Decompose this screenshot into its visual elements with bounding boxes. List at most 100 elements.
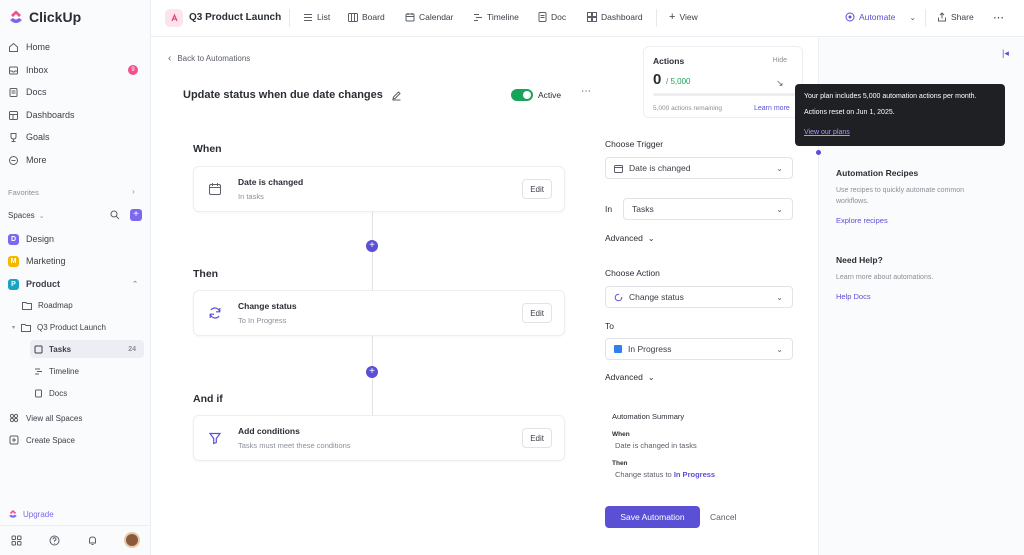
sidebar-item-home[interactable]: Home [8,38,144,56]
condition-card[interactable]: Add conditions Tasks must meet these con… [193,415,565,461]
tab-calendar[interactable]: Calendar [405,12,454,22]
sidebar-item-goals[interactable]: Goals [8,128,144,146]
folder-label: Roadmap [38,300,73,310]
collapse-panel-icon[interactable]: |◂ [1002,48,1009,59]
location-select[interactable]: Tasks ⌄ [623,198,793,220]
sidebar-footer [0,525,151,555]
tab-timeline[interactable]: Timeline [473,12,519,22]
add-step-button[interactable]: + [366,240,378,252]
tab-board[interactable]: Board [348,12,385,22]
and-if-heading: And if [193,393,223,405]
list-item-docs[interactable]: Docs [34,384,67,402]
chevron-down-icon: ⌄ [776,164,783,173]
back-label: Back to Automations [177,54,251,63]
favorites-section-label[interactable]: Favorites [8,188,39,197]
sidebar-item-dashboards[interactable]: Dashboards [8,106,144,124]
view-plans-link[interactable]: View our plans [804,129,850,136]
spaces-section-toggle[interactable]: Spaces ⌄ [8,211,45,220]
edit-condition-button[interactable]: Edit [522,428,552,448]
project-title: Q3 Product Launch [189,12,282,23]
help-docs-link[interactable]: Help Docs [836,292,871,301]
list-label: Docs [49,388,68,398]
list-item-timeline[interactable]: Timeline [34,362,79,380]
save-automation-button[interactable]: Save Automation [605,506,700,528]
apps-grid-icon[interactable] [11,535,22,546]
space-avatar: D [8,233,19,245]
trend-arrow-icon: ↘ [776,78,784,88]
more-options-icon[interactable]: ⋯ [993,11,1004,24]
help-description: Learn more about automations. [836,274,934,281]
actions-limit: / 5,000 [666,77,691,86]
tab-list[interactable]: List [303,12,330,22]
back-to-automations-link[interactable]: ‹ Back to Automations [168,53,250,64]
calendar-icon [207,181,223,197]
advanced-toggle[interactable]: Advanced ⌄ [605,372,655,382]
automate-button[interactable]: Automate ⌄ [845,12,916,22]
doc-icon [34,389,43,398]
action-select[interactable]: Change status ⌄ [605,286,793,308]
edit-action-button[interactable]: Edit [522,303,552,323]
tab-label: Calendar [419,12,454,22]
chevron-right-icon[interactable]: › [132,187,135,196]
chevron-down-icon: ⌄ [647,372,655,382]
calendar-icon [405,12,415,22]
folder-item-roadmap[interactable]: Roadmap [22,296,73,314]
sidebar-item-inbox[interactable]: Inbox 9 [8,61,144,79]
view-all-spaces-link[interactable]: View all Spaces [8,409,144,427]
trigger-subtitle: In tasks [238,192,264,201]
calendar-icon [614,164,623,173]
automation-title[interactable]: Update status when due date changes [183,89,402,101]
plus-square-icon [8,435,19,446]
bell-icon[interactable] [87,535,98,546]
folder-item-q3-launch[interactable]: ▾ Q3 Product Launch [12,318,106,336]
chevron-up-icon[interactable]: ⌃ [132,280,138,288]
sidebar: ClickUp Home Inbox 9 Docs Dashboards Goa… [0,0,151,555]
space-item-marketing[interactable]: M Marketing [8,252,144,270]
actions-used-count: 0 [653,71,662,88]
pencil-icon[interactable] [391,90,402,101]
timeline-icon [34,367,43,376]
sidebar-item-more[interactable]: More [8,151,144,169]
search-icon[interactable] [110,210,120,220]
sidebar-item-docs[interactable]: Docs [8,83,144,101]
summary-then-value: Change status to In Progress [615,470,715,479]
status-select[interactable]: In Progress ⌄ [605,338,793,360]
help-icon[interactable] [49,535,60,546]
project-icon [165,9,183,27]
chevron-down-icon: ⌄ [38,212,45,220]
add-space-button[interactable]: + [130,209,142,221]
tab-dashboard[interactable]: Dashboard [587,12,643,22]
create-space-link[interactable]: Create Space [8,431,144,449]
share-button[interactable]: Share [937,12,974,22]
more-options-icon[interactable]: ⋯ [576,86,596,102]
space-item-product[interactable]: P Product ⌃ [8,275,144,293]
explore-recipes-link[interactable]: Explore recipes [836,216,888,225]
action-card[interactable]: Change status To In Progress Edit [193,290,565,336]
list-item-tasks[interactable]: Tasks 24 [30,340,144,358]
tab-label: List [317,12,331,22]
app-logo[interactable]: ClickUp [8,9,81,25]
trigger-card[interactable]: Date is changed In tasks Edit [193,166,565,212]
task-count: 24 [128,345,136,353]
add-step-button[interactable]: + [366,366,378,378]
list-icon [34,345,43,354]
recipes-description: Use recipes to quickly automate common w… [836,187,964,205]
trigger-select[interactable]: Date is changed ⌄ [605,157,793,179]
learn-more-link[interactable]: Learn more [754,105,790,112]
add-view-button[interactable]: + View [669,11,698,22]
summary-then-heading: Then [612,460,628,467]
folder-icon [21,323,32,332]
automate-label: Automate [859,12,896,22]
cancel-button[interactable]: Cancel [710,512,736,522]
avatar[interactable] [124,532,140,548]
edit-trigger-button[interactable]: Edit [522,179,552,199]
upgrade-link[interactable]: Upgrade [8,509,54,519]
hide-button[interactable]: Hide [773,57,787,64]
tab-doc[interactable]: Doc [538,12,566,22]
active-toggle[interactable] [511,89,533,101]
space-avatar: P [8,278,19,290]
share-label: Share [951,12,974,22]
advanced-toggle[interactable]: Advanced ⌄ [605,233,655,243]
choose-action-label: Choose Action [605,268,660,278]
space-item-design[interactable]: D Design [8,230,144,248]
